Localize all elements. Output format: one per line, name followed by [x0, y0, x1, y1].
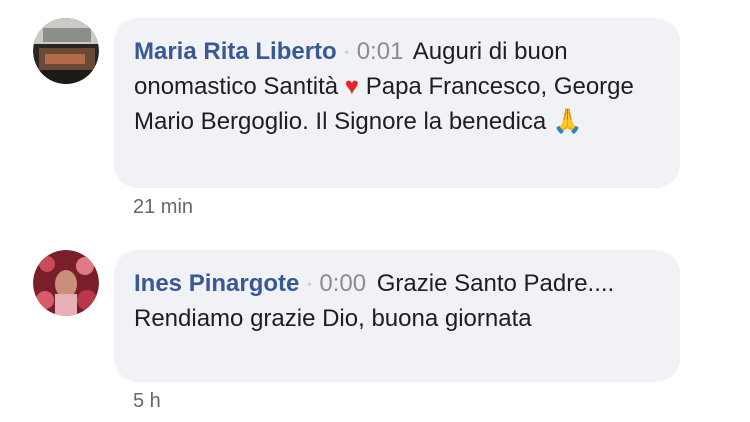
praying-hands-icon: 🙏	[552, 108, 583, 135]
avatar-image	[33, 18, 99, 84]
comment-bubble: Ines Pinargote · 0:00 Grazie Santo Padre..…	[114, 250, 680, 382]
separator-dot: ·	[342, 38, 351, 65]
comment-age[interactable]: 5 h	[133, 390, 161, 413]
comment-age[interactable]: 21 min	[133, 196, 193, 219]
comment-author[interactable]: Maria Rita Liberto	[134, 38, 337, 65]
video-timestamp-link[interactable]: 0:00	[319, 270, 366, 297]
avatar[interactable]	[33, 250, 99, 316]
avatar-image	[33, 250, 99, 316]
comment-author[interactable]: Ines Pinargote	[134, 270, 299, 297]
heart-icon: ♥	[344, 73, 360, 100]
comment-bubble: Maria Rita Liberto · 0:01 Auguri di buon o…	[114, 18, 680, 188]
video-timestamp-link[interactable]: 0:01	[357, 38, 404, 65]
avatar[interactable]	[33, 18, 99, 84]
separator-dot: ·	[305, 270, 314, 297]
